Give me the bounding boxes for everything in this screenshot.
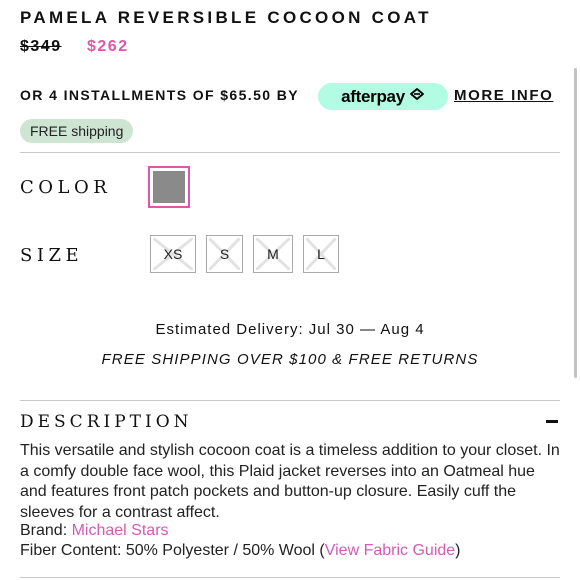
afterpay-wordmark: afterpay <box>341 86 405 106</box>
fiber-content-label: Fiber Content: 50% Polyester / 50% Wool … <box>20 542 325 559</box>
color-swatch-selected[interactable] <box>148 166 190 208</box>
size-option-label: M <box>267 246 279 262</box>
size-option-l[interactable]: L <box>303 235 339 273</box>
fiber-content-close: ) <box>455 542 461 559</box>
fiber-content-line: Fiber Content: 50% Polyester / 50% Wool … <box>20 542 461 560</box>
brand-line: Brand: Michael Stars <box>20 522 169 540</box>
size-option-m[interactable]: M <box>253 235 293 273</box>
description-text: This versatile and stylish cocoon coat i… <box>20 442 560 521</box>
afterpay-button[interactable]: afterpay <box>318 83 448 110</box>
brand-link[interactable]: Michael Stars <box>72 522 169 539</box>
divider <box>20 152 560 153</box>
sale-price: $262 <box>87 38 129 55</box>
color-label: COLOR <box>20 177 112 198</box>
product-title: PAMELA REVERSIBLE COCOON COAT <box>20 8 432 27</box>
original-price: $349 <box>20 38 62 55</box>
more-info-link[interactable]: MORE INFO <box>454 87 553 104</box>
free-shipping-badge: FREE shipping <box>20 119 134 143</box>
divider <box>20 577 560 578</box>
fabric-guide-link[interactable]: View Fabric Guide <box>325 542 455 559</box>
estimated-delivery: Estimated Delivery: Jul 30 — Aug 4 <box>155 321 425 338</box>
afterpay-arrows-icon <box>409 87 425 106</box>
size-label: SIZE <box>20 245 84 266</box>
size-option-s[interactable]: S <box>206 235 243 273</box>
divider <box>20 400 560 401</box>
size-option-label: S <box>219 246 230 262</box>
shipping-returns-note: FREE SHIPPING OVER $100 & FREE RETURNS <box>101 351 479 368</box>
color-swatch-fill <box>153 171 185 203</box>
minus-icon[interactable] <box>546 420 558 423</box>
brand-label: Brand: <box>20 522 72 539</box>
description-heading: DESCRIPTION <box>20 412 193 432</box>
size-option-xs[interactable]: XS <box>150 235 196 273</box>
installments-text: OR 4 INSTALLMENTS OF $65.50 BY <box>20 87 300 103</box>
size-option-label: L <box>317 246 325 262</box>
size-option-label: XS <box>163 246 183 262</box>
